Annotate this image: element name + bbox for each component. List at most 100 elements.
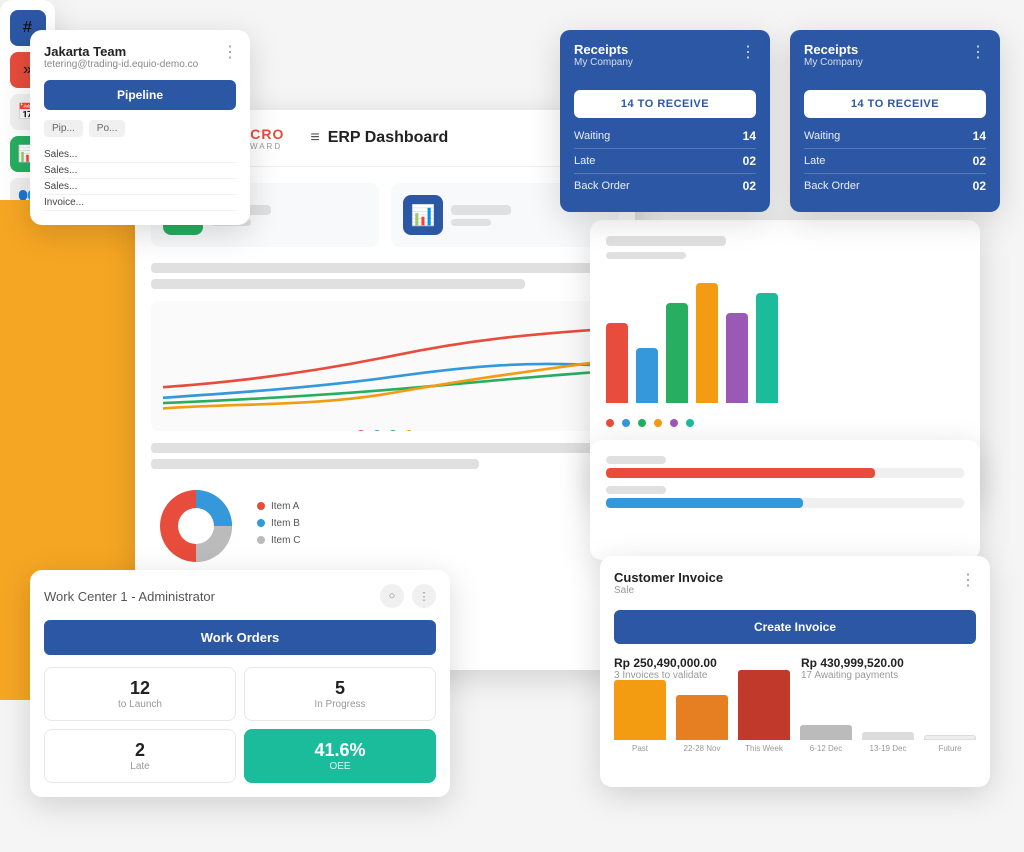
hbar-bg-1 [606, 468, 964, 478]
line2 [151, 459, 479, 469]
legend-dot-5 [670, 419, 678, 427]
legend-item: Item C [257, 535, 619, 546]
hbar-label-2 [606, 486, 666, 494]
legend-dot-1 [606, 419, 614, 427]
wc-stat-label-inprogress: In Progress [255, 699, 425, 710]
customer-invoice-card: Customer Invoice Sale ⋮ Create Invoice R… [600, 556, 990, 787]
jakarta-card-title: Jakarta Team [44, 44, 236, 59]
dot-red [357, 430, 365, 431]
dot-yellow [405, 430, 413, 431]
receipt-label-backorder-2: Back Order [804, 180, 860, 192]
stat-info-chart [451, 205, 511, 226]
hbar-bg-2 [606, 498, 964, 508]
stat-label-placeholder2 [451, 219, 491, 226]
jakarta-list-item[interactable]: Sales... [44, 179, 236, 195]
wc-stat-label-launch: to Launch [55, 699, 225, 710]
jakarta-list-item[interactable]: Sales... [44, 163, 236, 179]
bar-chart-area [606, 271, 964, 411]
bar-chart-title-placeholder [606, 236, 726, 246]
legend-item: Item B [257, 518, 619, 529]
wc-stat-launch: 12 to Launch [44, 667, 236, 721]
invoice-amount-desc-2: 17 Awaiting payments [801, 670, 976, 681]
pipeline-tab-po[interactable]: Po... [89, 120, 126, 137]
workcenter-card: Work Center 1 - Administrator ○ ⋮ Work O… [30, 570, 450, 797]
receipt-header-texts: Receipts My Company [574, 42, 633, 68]
receipt-body-2: 14 TO RECEIVE Waiting 14 Late 02 Back Or… [790, 80, 1000, 212]
hbar-row-1 [606, 456, 964, 478]
inv-bar-group-past: Past [614, 680, 666, 753]
inv-bar-label-past: Past [632, 744, 648, 753]
jakarta-more-button[interactable]: ⋮ [222, 42, 238, 62]
bar-3 [666, 303, 688, 403]
pie-row: Item A Item B Item C [151, 481, 619, 571]
receipt-val-backorder-1: 02 [743, 179, 756, 193]
receipt-val-late-1: 02 [743, 154, 756, 168]
receipt-subtitle-1: My Company [574, 57, 633, 68]
bar-group-2 [636, 348, 658, 403]
wc-more-icon[interactable]: ⋮ [412, 584, 436, 608]
inv-bar-label-dec13: 13-19 Dec [870, 744, 907, 753]
line2 [151, 443, 619, 453]
legend-item: Item A [257, 501, 619, 512]
work-orders-button[interactable]: Work Orders [44, 620, 436, 655]
wc-stat-label-oee: OEE [255, 761, 425, 772]
jakarta-list-item[interactable]: Invoice... [44, 195, 236, 211]
pipeline-tab-pip[interactable]: Pip... [44, 120, 83, 137]
dot-blue [373, 430, 381, 431]
invoice-title: Customer Invoice [614, 570, 723, 585]
invoice-more-icon[interactable]: ⋮ [960, 570, 976, 606]
receipt-row-waiting-2: Waiting 14 [804, 124, 986, 149]
receipt-card-1: Receipts My Company ⋮ 14 TO RECEIVE Wait… [560, 30, 770, 212]
create-invoice-button[interactable]: Create Invoice [614, 610, 976, 644]
inv-bar-label-future: Future [938, 744, 961, 753]
jakarta-team-card: Jakarta Team tetering@trading-id.equio-d… [30, 30, 250, 225]
bar-4 [696, 283, 718, 403]
receipt-header-1: Receipts My Company ⋮ [560, 30, 770, 80]
receipt-card-2: Receipts My Company ⋮ 14 TO RECEIVE Wait… [790, 30, 1000, 212]
legend-dot-gray [257, 536, 265, 544]
line-chart-area [151, 301, 619, 431]
erp-dashboard-title: ERP Dashboard [328, 129, 449, 147]
legend-dot-2 [622, 419, 630, 427]
receipt-header-2: Receipts My Company ⋮ [790, 30, 1000, 80]
invoice-header-texts: Customer Invoice Sale [614, 570, 723, 606]
invoice-header: Customer Invoice Sale ⋮ [614, 570, 976, 606]
invoice-amount-val-2: Rp 430,999,520.00 [801, 656, 976, 670]
receipt-row-late-1: Late 02 [574, 149, 756, 174]
receipt1-more-icon[interactable]: ⋮ [740, 42, 756, 62]
erp-body: $ 📊 [135, 167, 635, 587]
wc-title-sub: - Administrator [128, 589, 215, 604]
receive-button-1[interactable]: 14 TO RECEIVE [574, 90, 756, 118]
hamburger-icon[interactable]: ≡ [310, 129, 319, 147]
receipt-header-texts-2: Receipts My Company [804, 42, 863, 68]
receive-button-2[interactable]: 14 TO RECEIVE [804, 90, 986, 118]
line-chart-svg [163, 313, 607, 419]
bar-group-6 [756, 293, 778, 403]
receipt-row-waiting-1: Waiting 14 [574, 124, 756, 149]
inv-bar-dec13 [862, 732, 914, 740]
receipt-label-late-1: Late [574, 155, 595, 167]
receipt2-more-icon[interactable]: ⋮ [970, 42, 986, 62]
jakarta-list-item[interactable]: Sales... [44, 147, 236, 163]
pipeline-tabs: Pip... Po... [44, 120, 236, 137]
inv-bar-past [614, 680, 666, 740]
line [151, 263, 619, 273]
receipt-val-backorder-2: 02 [973, 179, 986, 193]
wc-stat-label-late: Late [55, 761, 225, 772]
bar-chart-sub-placeholder [606, 252, 686, 259]
inv-bar-group-nov: 22-28 Nov [676, 695, 728, 753]
wc-title-main: Work Center 1 [44, 589, 128, 604]
invoice-amount-2: Rp 430,999,520.00 17 Awaiting payments [801, 656, 976, 681]
bar-group-1 [606, 323, 628, 403]
wc-stat-val-late: 2 [55, 740, 225, 761]
pipeline-button[interactable]: Pipeline [44, 80, 236, 110]
invoice-subtitle: Sale [614, 585, 723, 596]
content-lines-1 [151, 263, 619, 289]
content-lines-2 [151, 443, 619, 469]
wc-circle-icon[interactable]: ○ [380, 584, 404, 608]
receipt-title-2: Receipts [804, 42, 863, 57]
inv-bar-thisweek [738, 670, 790, 740]
receipt-body-1: 14 TO RECEIVE Waiting 14 Late 02 Back Or… [560, 80, 770, 212]
inv-bar-label-thisweek: This Week [745, 744, 783, 753]
inv-bar-group-thisweek: This Week [738, 670, 790, 753]
